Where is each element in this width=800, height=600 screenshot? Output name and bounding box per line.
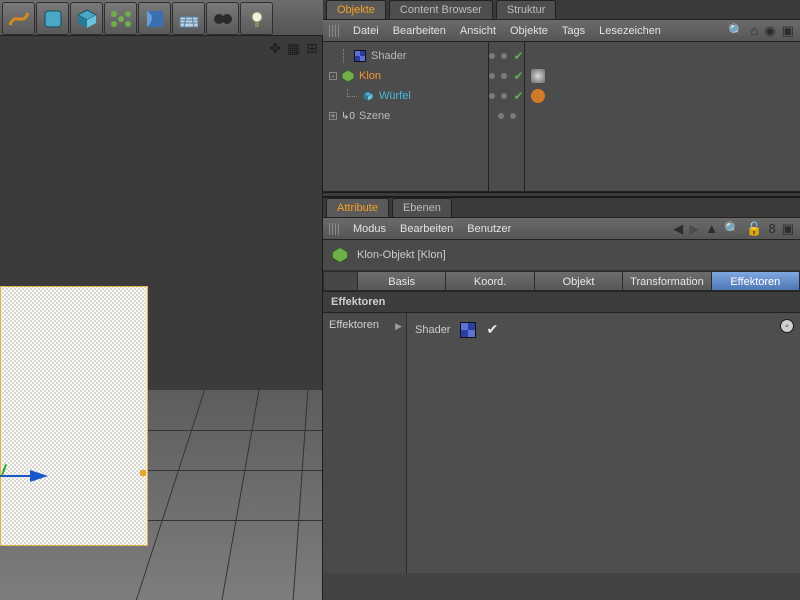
objects-panel: Objekte Content Browser Struktur Datei B…	[323, 0, 800, 192]
viewport[interactable]: ✥ ▦ ⊞	[0, 36, 323, 600]
menu-benutzer[interactable]: Benutzer	[467, 223, 511, 235]
link-icon[interactable]: 8	[768, 221, 775, 237]
tab-ebenen[interactable]: Ebenen	[392, 198, 452, 217]
vis-row[interactable]	[489, 106, 524, 126]
menu-lesezeichen[interactable]: Lesezeichen	[599, 25, 661, 37]
handle-right[interactable]	[140, 470, 146, 476]
menu-bearbeiten[interactable]: Bearbeiten	[400, 223, 453, 235]
search-icon[interactable]: 🔍	[724, 221, 740, 237]
lock-icon[interactable]: 🔓	[746, 221, 762, 237]
menu-datei[interactable]: Datei	[353, 25, 379, 37]
effektoren-body: Effektoren ▶ ◦ Shader ✔	[323, 313, 800, 573]
menu-modus[interactable]: Modus	[353, 223, 386, 235]
nav-up-icon[interactable]: ▲	[705, 221, 718, 237]
effektoren-label-col: Effektoren ▶	[323, 313, 407, 573]
visibility-column: ✔ ✔ ✔	[489, 42, 525, 191]
move-gizmo[interactable]	[0, 464, 70, 488]
menu-ansicht[interactable]: Ansicht	[460, 25, 496, 37]
nav-fwd-icon[interactable]: ▶	[689, 221, 699, 237]
tool-floor[interactable]	[172, 2, 205, 35]
atab-transformation[interactable]: Transformation	[622, 271, 710, 291]
tab-objekte[interactable]: Objekte	[326, 0, 386, 19]
attribute-sub-tabs: Basis Koord. Objekt Transformation Effek…	[323, 271, 800, 291]
objects-tabbar: Objekte Content Browser Struktur	[323, 0, 800, 20]
atab-koord[interactable]: Koord.	[445, 271, 533, 291]
search-icon[interactable]: 🔍	[728, 23, 744, 39]
vis-row[interactable]: ✔	[489, 86, 524, 106]
tool-primitive-cube[interactable]	[70, 2, 103, 35]
tree-label: Shader	[371, 50, 406, 62]
tool-subdiv[interactable]	[36, 2, 69, 35]
tree-row-shader[interactable]: Shader	[323, 46, 488, 66]
axis-icon[interactable]: ✥	[269, 40, 281, 57]
attribute-menubar: Modus Bearbeiten Benutzer ◀ ▶ ▲ 🔍 🔓 8 ▣	[323, 218, 800, 240]
tree-row-szene[interactable]: + ↳0 Szene	[323, 106, 488, 126]
objects-body: Shader - Klon Würfel + ↳0 Szene	[323, 42, 800, 192]
effector-item[interactable]: Shader ✔	[415, 321, 792, 338]
effector-name: Shader	[415, 324, 450, 336]
tree-label: Klon	[359, 70, 381, 82]
effektoren-label: Effektoren	[329, 319, 379, 331]
tags-column	[525, 42, 800, 191]
viewport-overlay-icons: ✥ ▦ ⊞	[269, 40, 318, 57]
tree-label: Szene	[359, 110, 390, 122]
chevron-right-icon[interactable]: ▶	[395, 321, 402, 332]
tag-row[interactable]	[525, 66, 800, 86]
atab-spacer	[323, 271, 357, 291]
grid-icon[interactable]: ▦	[287, 40, 300, 57]
tool-boole[interactable]	[138, 2, 171, 35]
expand-icon[interactable]: ⊞	[306, 40, 318, 57]
popout-icon[interactable]: ▣	[782, 23, 794, 39]
tab-attribute[interactable]: Attribute	[326, 198, 389, 217]
section-header-effektoren: Effektoren	[323, 291, 800, 313]
tag-row[interactable]	[525, 106, 800, 126]
tree-row-klon[interactable]: - Klon	[323, 66, 488, 86]
attribute-body: Klon-Objekt [Klon] Basis Koord. Objekt T…	[323, 240, 800, 573]
menu-bearbeiten[interactable]: Bearbeiten	[393, 25, 446, 37]
eye-icon[interactable]: ◉	[764, 23, 775, 39]
effektoren-list[interactable]: ◦ Shader ✔	[407, 313, 800, 573]
clear-circle-icon[interactable]: ◦	[780, 319, 794, 333]
tree-label: Würfel	[379, 90, 411, 102]
object-title: Klon-Objekt [Klon]	[357, 249, 446, 261]
grip-icon[interactable]	[329, 223, 339, 235]
material-tag-icon[interactable]	[531, 69, 545, 83]
tool-array[interactable]	[104, 2, 137, 35]
menu-objekte[interactable]: Objekte	[510, 25, 548, 37]
tab-struktur[interactable]: Struktur	[496, 0, 557, 19]
selected-cube[interactable]	[0, 286, 148, 546]
shader-icon	[460, 322, 476, 338]
main-toolbar	[0, 0, 323, 36]
expand-icon[interactable]: +	[329, 112, 337, 120]
attribute-panel: Attribute Ebenen Modus Bearbeiten Benutz…	[323, 197, 800, 573]
vis-row[interactable]: ✔	[489, 46, 524, 66]
atab-basis[interactable]: Basis	[357, 271, 445, 291]
phong-tag-icon[interactable]	[531, 89, 545, 103]
vis-row[interactable]: ✔	[489, 66, 524, 86]
tag-row[interactable]	[525, 86, 800, 106]
nav-back-icon[interactable]: ◀	[673, 221, 683, 237]
atab-effektoren[interactable]: Effektoren	[711, 271, 800, 291]
tool-light[interactable]	[240, 2, 273, 35]
tab-content-browser[interactable]: Content Browser	[389, 0, 493, 19]
right-panels: Objekte Content Browser Struktur Datei B…	[323, 0, 800, 600]
objects-menubar: Datei Bearbeiten Ansicht Objekte Tags Le…	[323, 20, 800, 42]
grip-icon[interactable]	[329, 25, 339, 37]
menu-tags[interactable]: Tags	[562, 25, 585, 37]
home-icon[interactable]: ⌂	[751, 23, 759, 39]
tool-camera[interactable]	[206, 2, 239, 35]
tree-row-wuerfel[interactable]: Würfel	[323, 86, 488, 106]
check-icon[interactable]: ✔	[486, 321, 498, 338]
popout-icon[interactable]: ▣	[782, 221, 794, 237]
tool-spline[interactable]	[2, 2, 35, 35]
object-tree[interactable]: Shader - Klon Würfel + ↳0 Szene	[323, 42, 489, 191]
tag-row[interactable]	[525, 46, 800, 66]
attribute-tabbar: Attribute Ebenen	[323, 198, 800, 218]
collapse-icon[interactable]: -	[329, 72, 337, 80]
atab-objekt[interactable]: Objekt	[534, 271, 622, 291]
object-header: Klon-Objekt [Klon]	[323, 240, 800, 271]
